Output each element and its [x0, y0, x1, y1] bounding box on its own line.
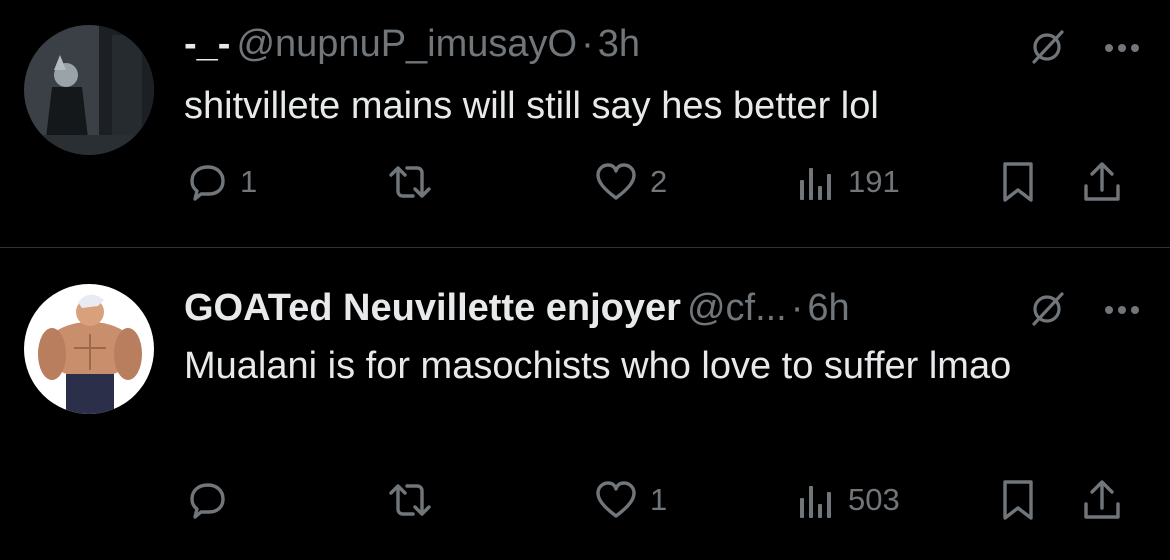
- tweet[interactable]: GOATed Neuvillette enjoyer @cf... · 6h Mual…: [0, 248, 1170, 560]
- grok-icon[interactable]: [1028, 288, 1068, 333]
- retweet-icon: [386, 161, 434, 203]
- header-actions: [1028, 288, 1140, 333]
- bookmark-icon: [998, 478, 1038, 522]
- timestamp[interactable]: 3h: [598, 23, 640, 65]
- views-icon: [796, 480, 836, 520]
- views-button[interactable]: 191: [796, 158, 900, 206]
- reply-count: 1: [240, 164, 258, 199]
- user-handle[interactable]: @nupnuP_imusayO: [236, 23, 577, 65]
- user-handle[interactable]: @cf...: [687, 287, 787, 329]
- share-button[interactable]: [1081, 476, 1123, 524]
- more-icon[interactable]: [1104, 40, 1140, 58]
- like-icon: [594, 479, 638, 521]
- views-count: 191: [848, 164, 900, 199]
- like-button[interactable]: 1: [594, 476, 667, 524]
- like-button[interactable]: 2: [594, 158, 667, 206]
- like-count: 2: [650, 164, 668, 199]
- bookmark-button[interactable]: [998, 158, 1038, 206]
- separator-dot: ·: [790, 287, 804, 329]
- share-icon: [1081, 160, 1123, 204]
- avatar[interactable]: [24, 284, 154, 414]
- retweet-button[interactable]: [386, 476, 446, 524]
- share-button[interactable]: [1081, 158, 1123, 206]
- grok-icon[interactable]: [1028, 26, 1068, 71]
- views-count: 503: [848, 482, 900, 517]
- like-count: 1: [650, 482, 668, 517]
- reply-button[interactable]: 1: [186, 158, 257, 206]
- retweet-icon: [386, 479, 434, 521]
- bookmark-button[interactable]: [998, 476, 1038, 524]
- display-name[interactable]: GOATed Neuvillette enjoyer: [184, 287, 681, 329]
- bookmark-icon: [998, 160, 1038, 204]
- timestamp[interactable]: 6h: [807, 287, 849, 329]
- like-icon: [594, 161, 638, 203]
- tweet-header: -_- @nupnuP_imusayO · 3h: [184, 22, 640, 66]
- display-name[interactable]: -_-: [184, 23, 230, 65]
- tweet-actions: 1 503: [186, 476, 1136, 524]
- tweet-actions: 1 2 191: [186, 158, 1136, 206]
- views-button[interactable]: 503: [796, 476, 900, 524]
- tweet[interactable]: -_- @nupnuP_imusayO · 3h shitvillete mains …: [0, 0, 1170, 247]
- share-icon: [1081, 478, 1123, 522]
- reply-icon: [186, 479, 228, 521]
- separator-dot: ·: [581, 23, 594, 65]
- tweet-text: shitvillete mains will still say hes bet…: [184, 85, 879, 127]
- reply-icon: [186, 161, 228, 203]
- avatar[interactable]: [24, 25, 154, 155]
- reply-button[interactable]: [186, 476, 240, 524]
- retweet-button[interactable]: [386, 158, 446, 206]
- header-actions: [1028, 26, 1140, 71]
- more-icon[interactable]: [1104, 302, 1140, 320]
- tweet-text: Mualani is for masochists who love to su…: [184, 345, 1012, 387]
- views-icon: [796, 162, 836, 202]
- tweet-header: GOATed Neuvillette enjoyer @cf... · 6h: [184, 286, 850, 330]
